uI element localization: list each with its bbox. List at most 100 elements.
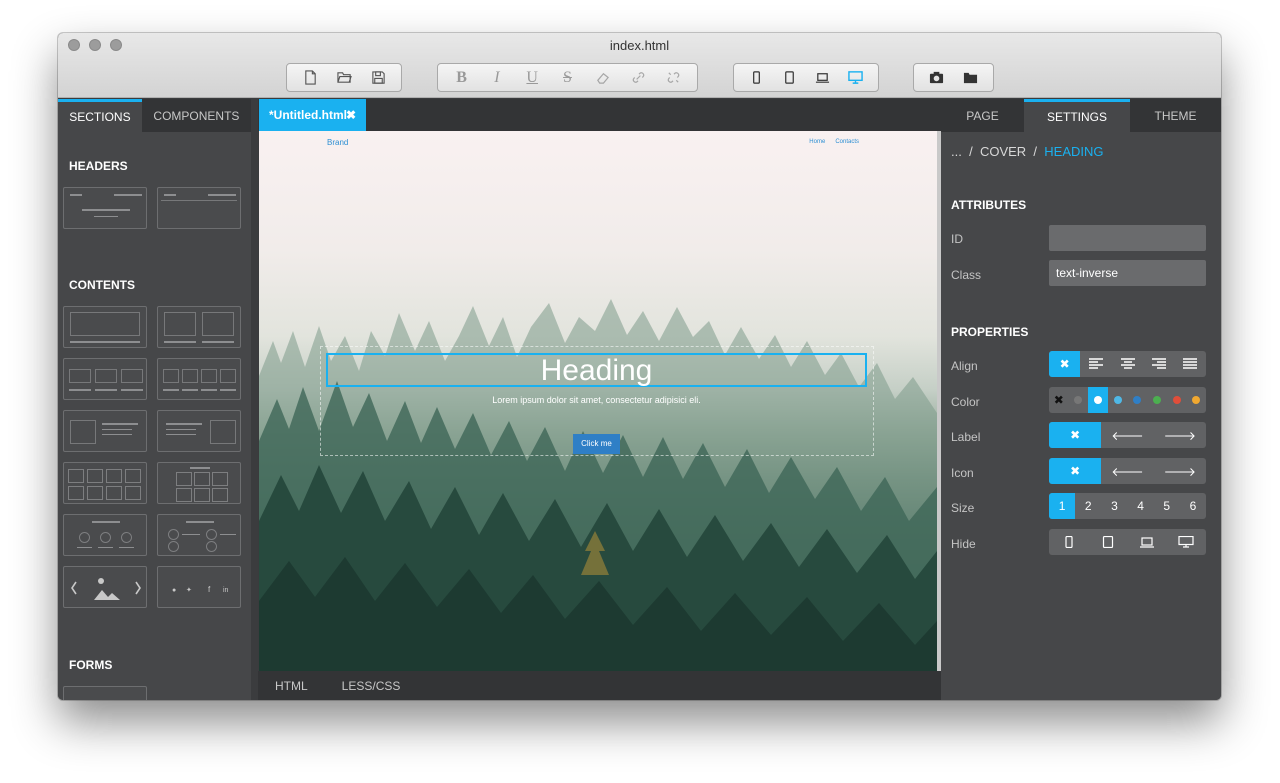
label-left-button[interactable]: 🡐 — [1101, 422, 1153, 448]
phone-icon — [753, 71, 760, 84]
bold-button[interactable]: B — [450, 67, 474, 89]
content-block-thumbnail[interactable] — [157, 358, 241, 400]
left-panel-scrollbar[interactable] — [251, 99, 258, 700]
eraser-button[interactable] — [591, 67, 615, 89]
document-tab[interactable]: *Untitled.html ✖ — [259, 99, 366, 131]
size-option[interactable]: 2 — [1075, 493, 1101, 519]
underline-button[interactable]: U — [520, 67, 544, 89]
unlink-button[interactable] — [661, 67, 685, 89]
unlink-icon — [667, 72, 680, 83]
arrow-left-icon: 🡐 — [1111, 428, 1144, 443]
close-icon: ✖ — [1059, 357, 1070, 371]
size-option[interactable]: 5 — [1154, 493, 1180, 519]
tablet-view-button[interactable] — [778, 67, 802, 89]
content-block-thumbnail[interactable] — [157, 306, 241, 348]
social-block-thumbnail[interactable]: ● ✦ f in — [157, 566, 241, 608]
content-block-thumbnail[interactable] — [63, 462, 147, 504]
size-option[interactable]: 3 — [1101, 493, 1127, 519]
label-control: ✖ 🡐 🡒 — [1049, 422, 1206, 448]
color-swatch[interactable] — [1108, 387, 1128, 413]
arrow-left-icon: 🡐 — [1111, 464, 1144, 479]
preview-nav-home[interactable]: Home — [809, 139, 825, 145]
header-block-thumbnail[interactable] — [63, 187, 147, 229]
breadcrumb-cover[interactable]: COVER — [980, 144, 1026, 159]
tab-theme[interactable]: THEME — [1130, 99, 1221, 132]
close-tab-icon[interactable]: ✖ — [346, 99, 356, 131]
hide-laptop-button[interactable] — [1128, 529, 1167, 555]
form-block-thumbnail[interactable] — [63, 686, 147, 700]
align-center-button[interactable] — [1112, 351, 1143, 377]
preview-heading[interactable]: Heading — [326, 355, 867, 387]
code-tabs: HTML LESS/CSS — [258, 671, 941, 700]
icon-none-button[interactable]: ✖ — [1049, 458, 1102, 484]
color-none-button[interactable]: ✖ — [1049, 387, 1069, 413]
breadcrumb-current: HEADING — [1044, 144, 1104, 159]
label-right-button[interactable]: 🡒 — [1154, 422, 1206, 448]
align-left-button[interactable] — [1080, 351, 1111, 377]
tab-settings[interactable]: SETTINGS — [1024, 99, 1130, 132]
preview-lead-text[interactable]: Lorem ipsum dolor sit amet, consectetur … — [326, 395, 867, 405]
tab-less-css[interactable]: LESS/CSS — [325, 679, 418, 693]
laptop-view-button[interactable] — [811, 67, 835, 89]
preview-nav: Home Contacts — [809, 139, 859, 145]
content-block-thumbnail[interactable] — [63, 358, 147, 400]
link-button[interactable] — [626, 67, 650, 89]
hide-tablet-button[interactable] — [1088, 529, 1127, 555]
tab-page[interactable]: PAGE — [941, 99, 1024, 132]
italic-button[interactable]: I — [485, 67, 509, 89]
class-input[interactable]: text-inverse — [1049, 260, 1206, 286]
align-none-button[interactable]: ✖ — [1049, 351, 1081, 377]
content-block-thumbnail[interactable] — [157, 514, 241, 556]
export-folder-button[interactable] — [958, 67, 982, 89]
open-folder-button[interactable] — [332, 67, 356, 89]
new-file-button[interactable] — [298, 67, 322, 89]
hide-phone-button[interactable] — [1049, 529, 1088, 555]
content-block-thumbnail[interactable] — [63, 306, 147, 348]
size-option[interactable]: 4 — [1128, 493, 1154, 519]
color-swatch[interactable] — [1069, 387, 1089, 413]
align-right-icon — [1151, 358, 1166, 369]
tab-html[interactable]: HTML — [258, 679, 325, 693]
preview-brand-link[interactable]: Brand — [327, 138, 348, 147]
tab-sections[interactable]: SECTIONS — [58, 99, 142, 132]
orange-swatch-icon — [1192, 396, 1201, 404]
preview-nav-contacts[interactable]: Contacts — [835, 139, 859, 145]
save-button[interactable] — [366, 67, 390, 89]
gallery-block-thumbnail[interactable] — [63, 566, 147, 608]
screenshot-button[interactable] — [925, 67, 949, 89]
color-swatch[interactable] — [1186, 387, 1206, 413]
red-swatch-icon — [1172, 396, 1181, 404]
phone-view-button[interactable] — [745, 67, 769, 89]
content-block-thumbnail[interactable] — [157, 410, 241, 452]
svg-text:✦: ✦ — [186, 586, 192, 594]
hide-desktop-button[interactable] — [1167, 529, 1206, 555]
color-swatch[interactable] — [1147, 387, 1167, 413]
content-block-thumbnail[interactable] — [157, 462, 241, 504]
align-right-button[interactable] — [1143, 351, 1174, 377]
desktop-view-button[interactable] — [844, 67, 868, 89]
breadcrumb-root[interactable]: ... — [951, 144, 962, 159]
color-swatch[interactable] — [1128, 387, 1148, 413]
strikethrough-button[interactable]: S — [555, 67, 579, 89]
content-block-thumbnail[interactable] — [63, 410, 147, 452]
icon-right-button[interactable]: 🡒 — [1154, 458, 1206, 484]
arrow-right-icon: 🡒 — [1163, 428, 1196, 443]
desktop-icon — [1178, 536, 1194, 548]
align-justify-button[interactable] — [1175, 351, 1206, 377]
size-option[interactable]: 6 — [1180, 493, 1206, 519]
preview-cta-button[interactable]: Click me — [573, 434, 620, 454]
color-swatch[interactable] — [1167, 387, 1187, 413]
icon-left-button[interactable]: 🡐 — [1101, 458, 1153, 484]
label-none-button[interactable]: ✖ — [1049, 422, 1102, 448]
tab-components[interactable]: COMPONENTS — [142, 99, 251, 132]
color-swatch[interactable] — [1088, 387, 1108, 413]
eraser-icon — [597, 72, 610, 84]
app-window: index.html B I U S SECTIONS COMPONENTS H… — [58, 33, 1221, 700]
preview-canvas[interactable]: Brand Home Contacts Heading Lorem ipsum … — [259, 131, 937, 671]
left-panel: SECTIONS COMPONENTS HEADERS CONTENTS ● ✦… — [58, 99, 251, 700]
header-block-thumbnail[interactable] — [157, 187, 241, 229]
content-block-thumbnail[interactable] — [63, 514, 147, 556]
green-swatch-icon — [1152, 396, 1161, 404]
size-option[interactable]: 1 — [1049, 493, 1076, 519]
id-input[interactable] — [1049, 225, 1206, 251]
